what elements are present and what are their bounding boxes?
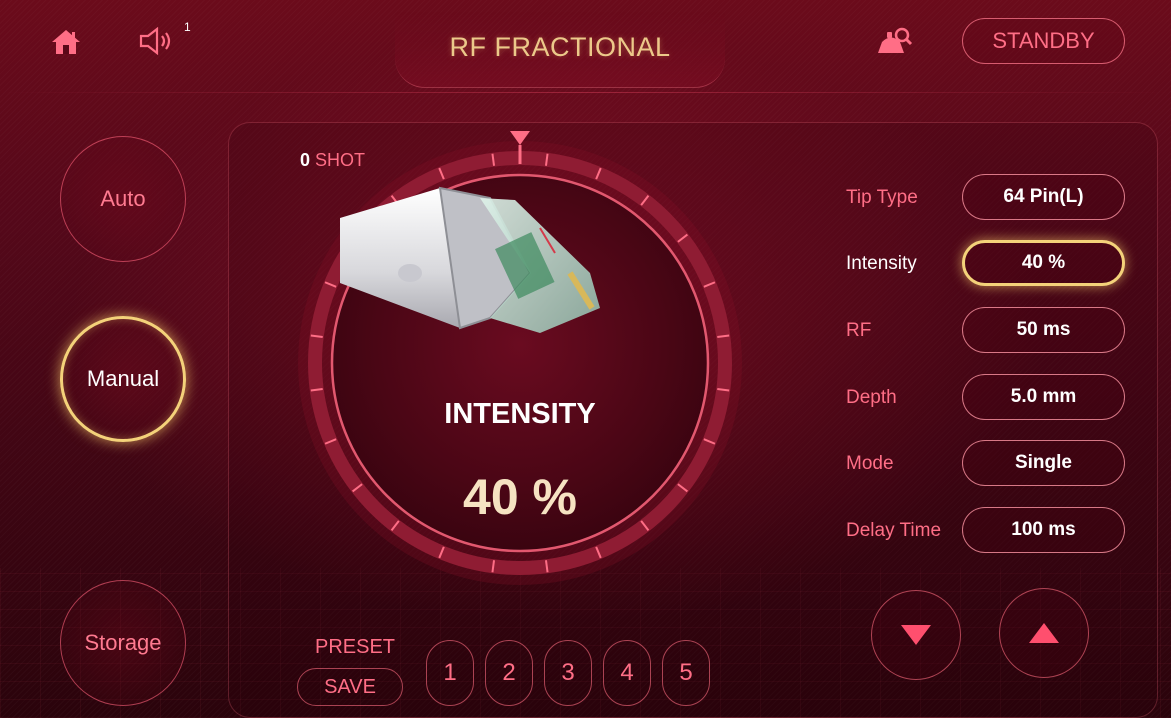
setting-label-intensity: Intensity [846, 253, 917, 274]
preset-title: PRESET [315, 636, 396, 658]
preset-save-button[interactable]: SAVE [297, 668, 403, 706]
increase-button[interactable] [999, 588, 1089, 678]
volume-level: 1 [184, 20, 191, 34]
top-bar: 1 RF FRACTIONAL STANDBY [0, 0, 1171, 90]
preset-slot-1[interactable]: 1 [426, 640, 474, 706]
standby-button[interactable]: STANDBY [962, 18, 1125, 64]
setting-value-depth[interactable]: 5.0 mm [962, 374, 1125, 420]
preset-slot-3[interactable]: 3 [544, 640, 592, 706]
volume-button[interactable] [136, 24, 182, 58]
setting-value-mode[interactable]: Single [962, 440, 1125, 486]
setting-label-depth: Depth [846, 387, 897, 408]
setting-label-mode: Mode [846, 453, 894, 474]
setting-value-intensity[interactable]: 40 % [962, 240, 1125, 286]
dial-value: 40 % [463, 469, 577, 525]
setting-label-tip-type: Tip Type [846, 187, 918, 208]
operator-search-icon [878, 27, 913, 53]
home-icon [52, 30, 80, 54]
volume-icon [139, 26, 171, 56]
screen: 1 RF FRACTIONAL STANDBY Auto Manual Stor… [0, 0, 1171, 718]
mode-manual-button[interactable]: Manual [60, 316, 186, 442]
shot-counter: 0 SHOT [300, 150, 365, 171]
preset-slot-4[interactable]: 4 [603, 640, 651, 706]
rf-handpiece-image [340, 186, 600, 333]
setting-value-tip-type[interactable]: 64 Pin(L) [962, 174, 1125, 220]
shot-count: 0 [300, 150, 311, 170]
triangle-down-icon [901, 625, 931, 645]
dial-label: INTENSITY [444, 398, 596, 430]
mode-storage-button[interactable]: Storage [60, 580, 186, 706]
setting-value-rf[interactable]: 50 ms [962, 307, 1125, 353]
decrease-button[interactable] [871, 590, 961, 680]
preset-slot-2[interactable]: 2 [485, 640, 533, 706]
setting-label-delay-time: Delay Time [846, 520, 942, 541]
setting-value-delay-time[interactable]: 100 ms [962, 507, 1125, 553]
home-button[interactable] [50, 26, 82, 58]
mode-auto-button[interactable]: Auto [60, 136, 186, 262]
preset-slot-5[interactable]: 5 [662, 640, 710, 706]
header-divider [0, 92, 1171, 93]
triangle-up-icon [1029, 623, 1059, 643]
shot-label: SHOT [315, 150, 366, 170]
operator-button[interactable] [874, 24, 914, 58]
setting-label-rf: RF [846, 320, 872, 341]
page-title: RF FRACTIONAL [449, 32, 671, 62]
